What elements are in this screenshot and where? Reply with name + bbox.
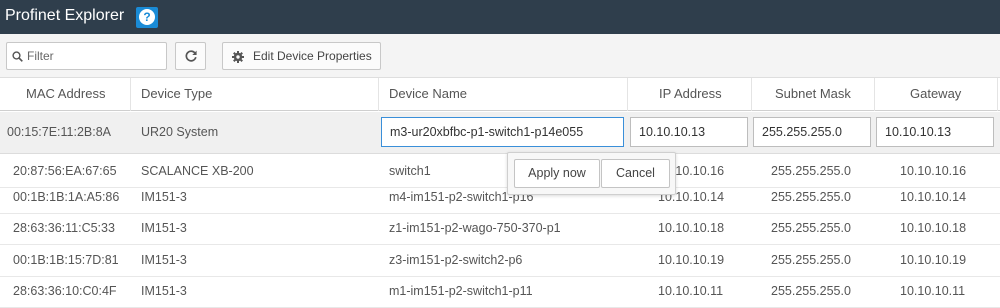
cell-mac: 00:1B:1B:1A:A5:86: [13, 190, 120, 204]
ip-address-input[interactable]: 10.10.10.13: [630, 117, 748, 147]
table-row[interactable]: 00:1B:1B:15:7D:81 IM151-3 z3-im151-p2-sw…: [0, 244, 1000, 277]
cell-mac: 00:15:7E:11:2B:8A: [7, 125, 112, 139]
column-header-ip-address[interactable]: IP Address: [659, 78, 722, 111]
gear-icon: [232, 51, 244, 63]
cell-ip-address: 10.10.10.19: [658, 253, 725, 267]
subnet-mask-input[interactable]: 255.255.255.0: [753, 117, 871, 147]
cell-subnet-mask: 255.255.255.0: [771, 221, 851, 235]
cell-device-type: IM151-3: [141, 253, 187, 267]
column-header-device-type[interactable]: Device Type: [141, 78, 212, 111]
gateway-input[interactable]: 10.10.10.13: [876, 117, 994, 147]
cell-device-name: m1-im151-p2-switch1-p11: [389, 284, 533, 298]
cell-device-name: z3-im151-p2-switch2-p6: [389, 253, 523, 267]
filter-box[interactable]: [6, 42, 167, 70]
column-divider[interactable]: [751, 78, 752, 111]
table-row-selected[interactable]: 00:15:7E:11:2B:8A UR20 System m3-ur20xbf…: [0, 112, 1000, 154]
column-divider[interactable]: [378, 78, 379, 111]
cell-gateway: 10.10.10.14: [900, 190, 967, 204]
cell-subnet-mask: 255.255.255.0: [771, 253, 851, 267]
question-circle-icon: ?: [139, 9, 155, 25]
column-divider[interactable]: [874, 78, 875, 111]
column-divider[interactable]: [130, 78, 131, 111]
edit-device-properties-button[interactable]: Edit Device Properties: [222, 42, 381, 70]
table-header: MAC Address Device Type Device Name IP A…: [0, 78, 1000, 111]
column-header-gateway[interactable]: Gateway: [910, 78, 961, 111]
cancel-button[interactable]: Cancel: [601, 159, 670, 188]
help-button[interactable]: ?: [136, 7, 158, 28]
cell-device-type: IM151-3: [141, 284, 187, 298]
column-header-subnet-mask[interactable]: Subnet Mask: [775, 78, 851, 111]
cell-ip-address: 10.10.10.18: [658, 221, 725, 235]
cell-device-type: IM151-3: [141, 190, 187, 204]
refresh-button[interactable]: [175, 42, 206, 70]
cell-mac: 00:1B:1B:15:7D:81: [13, 253, 119, 267]
apply-now-button[interactable]: Apply now: [514, 159, 600, 188]
column-header-device-name[interactable]: Device Name: [389, 78, 467, 111]
cell-gateway: 10.10.10.11: [900, 284, 966, 298]
cell-subnet-mask: 255.255.255.0: [771, 190, 851, 204]
table-row[interactable]: 28:63:36:10:C0:4F IM151-3 m1-im151-p2-sw…: [0, 275, 1000, 308]
cell-ip-address: 10.10.10.11: [658, 284, 724, 298]
column-header-mac-address[interactable]: MAC Address: [26, 78, 105, 111]
cell-mac: 28:63:36:11:C5:33: [13, 221, 115, 235]
filter-input[interactable]: [27, 47, 163, 65]
table-row[interactable]: 00:1B:1B:1A:A5:86 IM151-3 m4-im151-p2-sw…: [0, 181, 1000, 214]
column-divider[interactable]: [627, 78, 628, 111]
cell-device-type: UR20 System: [141, 125, 219, 139]
device-name-input[interactable]: m3-ur20xbfbc-p1-switch1-p14e055: [381, 117, 624, 147]
cell-device-name: z1-im151-p2-wago-750-370-p1: [389, 221, 561, 235]
cell-gateway: 10.10.10.18: [900, 221, 967, 235]
cell-gateway: 10.10.10.19: [900, 253, 967, 267]
cell-subnet-mask: 255.255.255.0: [771, 284, 851, 298]
search-icon: [12, 51, 23, 62]
edit-confirm-popover: Apply now Cancel: [507, 152, 676, 195]
cell-device-type: IM151-3: [141, 221, 187, 235]
app-title: Profinet Explorer: [5, 7, 125, 24]
edit-device-properties-label: Edit Device Properties: [253, 49, 372, 63]
column-divider[interactable]: [997, 78, 998, 111]
table-row[interactable]: 28:63:36:11:C5:33 IM151-3 z1-im151-p2-wa…: [0, 212, 1000, 245]
title-bar: Profinet Explorer ?: [0, 0, 1000, 34]
refresh-icon: [185, 50, 197, 62]
toolbar: Edit Device Properties: [0, 34, 1000, 78]
cell-mac: 28:63:36:10:C0:4F: [13, 284, 117, 298]
